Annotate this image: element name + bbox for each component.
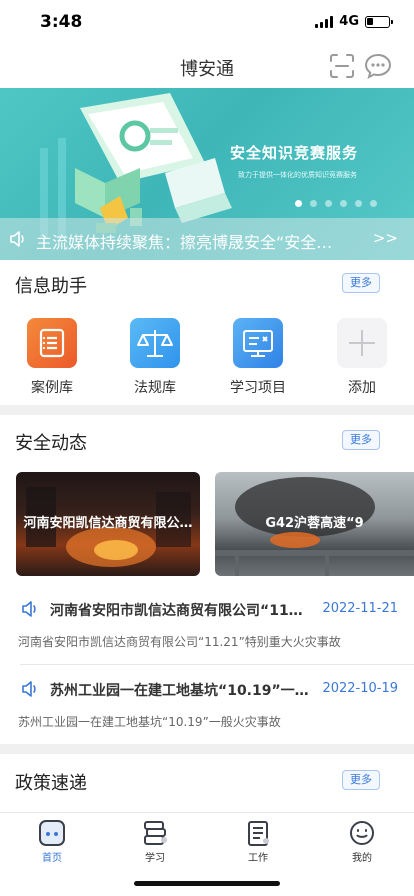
news-card[interactable]: 河南安阳凯信达商贸有限公… bbox=[16, 472, 200, 576]
tool-label: 法规库 bbox=[134, 380, 176, 396]
study-project-icon bbox=[233, 318, 283, 368]
card-caption: G42沪蓉高速“9 bbox=[265, 516, 364, 531]
home-indicator bbox=[134, 881, 280, 886]
tool-label: 学习项目 bbox=[230, 380, 286, 396]
tab-label: 工作 bbox=[248, 853, 268, 864]
speaker-icon bbox=[22, 681, 36, 697]
card-caption: 河南安阳凯信达商贸有限公… bbox=[23, 516, 193, 531]
tool-regulations[interactable]: 法规库 bbox=[115, 318, 195, 397]
battery-icon bbox=[365, 15, 393, 28]
news-title: 苏州工业园一在建工地基坑“10.19”一… bbox=[50, 683, 309, 699]
ticker-text: 主流媒体持续聚焦：擦亮博晟安全“安全… bbox=[36, 233, 333, 252]
carousel-dot[interactable] bbox=[370, 200, 377, 207]
speaker-icon bbox=[10, 231, 24, 247]
speaker-icon bbox=[22, 601, 36, 617]
tool-add[interactable]: 添加 bbox=[322, 318, 402, 397]
clipboard-icon bbox=[244, 819, 272, 847]
tab-work[interactable]: 工作 bbox=[228, 819, 288, 864]
plus-icon bbox=[337, 318, 387, 368]
battery-level bbox=[367, 17, 373, 25]
news-description: 河南省安阳市凯信达商贸有限公司“11.21”特别重大火灾事故 bbox=[18, 635, 341, 649]
scan-icon[interactable] bbox=[328, 52, 356, 80]
news-description: 苏州工业园一在建工地基坑“10.19”一般火灾事故 bbox=[18, 715, 281, 729]
scales-icon bbox=[130, 318, 180, 368]
message-icon[interactable] bbox=[364, 52, 392, 80]
section-title-policy: 政策速递 bbox=[15, 773, 87, 794]
ticker-more-link[interactable]: >> bbox=[373, 229, 398, 247]
tab-label: 首页 bbox=[42, 853, 62, 864]
section-divider bbox=[0, 744, 414, 754]
news-card[interactable]: G42沪蓉高速“9 bbox=[215, 472, 414, 576]
tool-study-project[interactable]: 学习项目 bbox=[218, 318, 298, 397]
carousel-dot[interactable] bbox=[325, 200, 332, 207]
tab-study[interactable]: 学习 bbox=[125, 819, 185, 864]
safety-news-more-button[interactable]: 更多 bbox=[342, 430, 380, 450]
tool-case-library[interactable]: 案例库 bbox=[12, 318, 92, 397]
tab-home[interactable]: 首页 bbox=[22, 819, 82, 864]
news-ticker[interactable]: 主流媒体持续聚焦：擦亮博晟安全“安全… >> bbox=[0, 218, 414, 260]
status-indicators: 4G bbox=[315, 14, 393, 29]
carousel-dot[interactable] bbox=[340, 200, 347, 207]
tab-label: 我的 bbox=[352, 853, 372, 864]
nav-bar: 博安通 bbox=[0, 44, 414, 88]
carousel-dot[interactable] bbox=[355, 200, 362, 207]
carousel-dot[interactable] bbox=[295, 200, 302, 207]
books-icon bbox=[141, 819, 169, 847]
list-divider bbox=[20, 664, 414, 665]
signal-icon bbox=[315, 15, 334, 28]
tab-profile[interactable]: 我的 bbox=[332, 819, 392, 864]
section-divider bbox=[0, 405, 414, 415]
status-time: 3:48 bbox=[40, 12, 83, 32]
banner-title: 安全知识竞赛服务 bbox=[230, 144, 359, 162]
case-library-icon bbox=[27, 318, 77, 368]
policy-more-button[interactable]: 更多 bbox=[342, 770, 380, 790]
news-date: 2022-11-21 bbox=[322, 601, 398, 616]
profile-icon bbox=[348, 819, 376, 847]
news-date: 2022-10-19 bbox=[322, 681, 398, 696]
carousel-dots[interactable] bbox=[295, 200, 377, 207]
section-title-safety-news: 安全动态 bbox=[15, 433, 87, 454]
banner-subtitle: 致力于提供一体化的优质知识竞赛服务 bbox=[238, 171, 357, 179]
tool-label: 案例库 bbox=[31, 380, 73, 396]
home-icon bbox=[38, 819, 66, 847]
tab-label: 学习 bbox=[145, 853, 165, 864]
banner-carousel[interactable]: 安全知识竞赛服务 致力于提供一体化的优质知识竞赛服务 主流媒体持续聚焦：擦亮博晟… bbox=[0, 88, 414, 260]
info-helper-more-button[interactable]: 更多 bbox=[342, 273, 380, 293]
news-title: 河南省安阳市凯信达商贸有限公司“11… bbox=[50, 603, 303, 619]
status-bar: 3:48 4G bbox=[0, 0, 414, 44]
network-type: 4G bbox=[339, 14, 359, 29]
carousel-dot[interactable] bbox=[310, 200, 317, 207]
tool-label: 添加 bbox=[348, 380, 376, 396]
section-title-info-helper: 信息助手 bbox=[15, 276, 87, 297]
